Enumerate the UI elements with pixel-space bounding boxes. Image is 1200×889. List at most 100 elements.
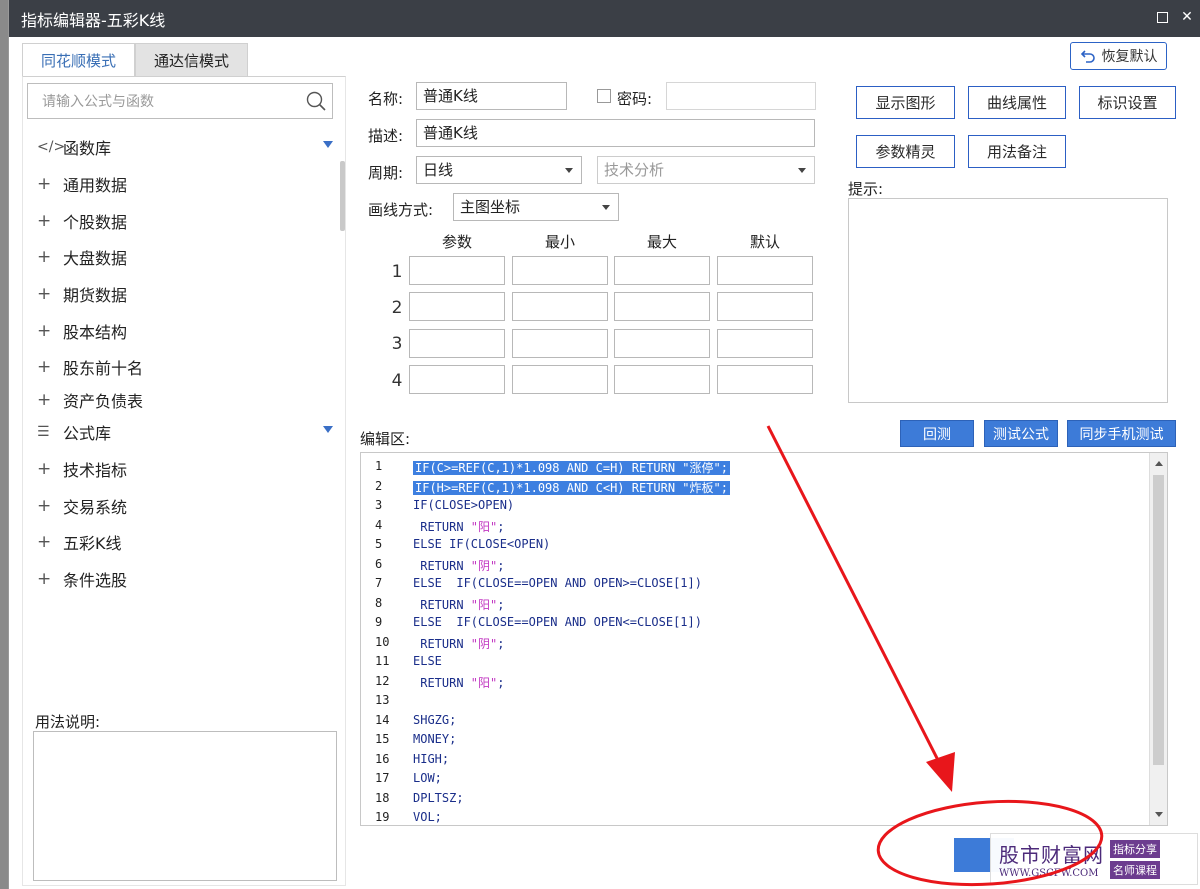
code-line[interactable]: 13 (361, 691, 1151, 711)
close-icon[interactable]: ✕ (1180, 10, 1194, 24)
line-number: 16 (375, 751, 390, 766)
tree-item[interactable]: + 大盘数据 (23, 239, 341, 276)
code-line[interactable]: 16 HIGH; (361, 750, 1151, 770)
tab-tdx-mode[interactable]: 通达信模式 (135, 43, 249, 77)
title-bar: 指标编辑器-五彩K线 ✕ (9, 0, 1200, 37)
password-checkbox[interactable] (597, 89, 611, 103)
line-number: 15 (375, 732, 390, 746)
test-formula-button[interactable]: 测试公式 (984, 420, 1058, 447)
param-cell[interactable] (409, 256, 505, 285)
expand-plus-icon: + (37, 357, 52, 378)
usage-notes-button[interactable]: 用法备注 (968, 135, 1066, 168)
tree-item[interactable]: + 股本结构 (23, 312, 341, 349)
param-cell[interactable] (717, 329, 813, 358)
code-line[interactable]: 14 SHGZG; (361, 711, 1151, 731)
expand-plus-icon: + (37, 568, 52, 589)
param-cell[interactable] (614, 365, 710, 394)
left-panel: 请输入公式与函数 </> 函数库 + 通用数据 + 个股数据 + 大盘数据 + 期货数据… (22, 76, 346, 886)
code-text: ELSE IF(CLOSE==OPEN AND OPEN<=CLOSE[1]) (413, 615, 702, 629)
param-cell[interactable] (717, 365, 813, 394)
param-cell[interactable] (409, 329, 505, 358)
search-input[interactable]: 请输入公式与函数 (27, 83, 333, 119)
watermark-tag: 名师课程 (1110, 860, 1160, 879)
show-graph-button[interactable]: 显示图形 (856, 86, 955, 119)
editor-scrollbar[interactable] (1149, 453, 1167, 825)
code-string: "阴" (470, 558, 498, 573)
code-line[interactable]: 4 RETURN "阳"; (361, 516, 1151, 536)
tree-formula-lib[interactable]: ☰ 公式库 (23, 414, 341, 451)
line-number: 19 (375, 810, 390, 824)
param-wizard-button[interactable]: 参数精灵 (856, 135, 955, 168)
tree-item[interactable]: + 通用数据 (23, 166, 341, 203)
tree-function-lib[interactable]: </> 函数库 (23, 129, 341, 166)
period-select[interactable]: 日线 (416, 156, 582, 184)
code-line[interactable]: 1 IF(C>=REF(C,1)*1.098 AND C=H) RETURN "涨… (361, 457, 1151, 477)
param-header-min: 最小 (544, 233, 575, 251)
code-line[interactable]: 9 ELSE IF(CLOSE==OPEN AND OPEN<=CLOSE[1]) (361, 613, 1151, 633)
usage-description-box[interactable] (33, 731, 337, 881)
code-line[interactable]: 7 ELSE IF(CLOSE==OPEN AND OPEN>=CLOSE[1]) (361, 574, 1151, 594)
code-line[interactable]: 6 RETURN "阴"; (361, 555, 1151, 575)
expand-plus-icon: + (37, 174, 52, 195)
period-label: 周期: (368, 164, 404, 182)
tree-item[interactable]: + 股东前十名 (23, 349, 341, 386)
sync-mobile-test-button[interactable]: 同步手机测试 (1067, 420, 1176, 447)
password-input[interactable] (666, 82, 816, 110)
search-icon[interactable] (306, 91, 326, 111)
param-cell[interactable] (512, 329, 608, 358)
param-cell[interactable] (409, 365, 505, 394)
code-line[interactable]: 10 RETURN "阴"; (361, 633, 1151, 653)
tree-item[interactable]: + 期货数据 (23, 276, 341, 313)
chevron-down-icon[interactable] (323, 141, 333, 148)
code-line[interactable]: 18 DPLTSZ; (361, 789, 1151, 809)
curve-props-button[interactable]: 曲线属性 (968, 86, 1066, 119)
param-cell[interactable] (409, 292, 505, 321)
name-input[interactable]: 普通K线 (416, 82, 567, 110)
code-string: "阳" (470, 675, 498, 690)
tree-item[interactable]: + 技术指标 (23, 451, 341, 488)
param-cell[interactable] (614, 329, 710, 358)
param-row-number: 2 (391, 298, 403, 318)
maximize-icon[interactable] (1157, 12, 1168, 23)
desc-input[interactable]: 普通K线 (416, 119, 815, 147)
tab-ths-mode[interactable]: 同花顺模式 (22, 43, 136, 77)
watermark-tag: 指标分享 (1110, 839, 1160, 858)
mark-settings-button[interactable]: 标识设置 (1079, 86, 1176, 119)
code-line[interactable]: 15 MONEY; (361, 730, 1151, 750)
function-tree: </> 函数库 + 通用数据 + 个股数据 + 大盘数据 + 期货数据 + 股本结构 + 股… (23, 129, 341, 597)
tree-item[interactable]: + 资产负债表 (23, 386, 341, 414)
category-select[interactable]: 技术分析 (597, 156, 815, 184)
code-line[interactable]: 17 LOW; (361, 769, 1151, 789)
tree-scrollbar[interactable] (340, 161, 345, 231)
param-cell[interactable] (512, 292, 608, 321)
param-cell[interactable] (717, 256, 813, 285)
chevron-down-icon[interactable] (323, 425, 333, 433)
tree-item[interactable]: + 交易系统 (23, 487, 341, 524)
code-editor[interactable]: 19 VOL; 18 DPLTSZ; 17 LOW; 16 HIGH; 15 MONEY; 14 SH… (360, 452, 1168, 826)
restore-default-button[interactable]: 恢复默认 (1070, 42, 1167, 70)
line-number: 8 (375, 595, 383, 610)
param-cell[interactable] (512, 256, 608, 285)
backtest-button[interactable]: 回测 (900, 420, 974, 447)
scroll-down-icon[interactable] (1155, 812, 1163, 817)
period-value: 日线 (423, 161, 454, 179)
code-line[interactable]: 3 IF(CLOSE>OPEN) (361, 496, 1151, 516)
code-line[interactable]: 11 ELSE (361, 652, 1151, 672)
tree-item[interactable]: + 个股数据 (23, 202, 341, 239)
code-line[interactable]: 19 VOL; (361, 808, 1151, 825)
param-row-number: 3 (391, 334, 403, 354)
param-cell[interactable] (717, 292, 813, 321)
tree-item[interactable]: + 五彩K线 (23, 524, 341, 561)
param-cell[interactable] (512, 365, 608, 394)
code-line[interactable]: 12 RETURN "阳"; (361, 672, 1151, 692)
param-cell[interactable] (614, 292, 710, 321)
tree-item[interactable]: + 条件选股 (23, 561, 341, 598)
scroll-thumb[interactable] (1153, 475, 1164, 765)
expand-plus-icon: + (37, 532, 52, 553)
code-line[interactable]: 8 RETURN "阳"; (361, 594, 1151, 614)
code-line[interactable]: 2 IF(H>=REF(C,1)*1.098 AND C<H) RETURN "炸… (361, 477, 1151, 497)
param-cell[interactable] (614, 256, 710, 285)
draw-method-select[interactable]: 主图坐标 (453, 193, 619, 221)
scroll-up-icon[interactable] (1155, 461, 1163, 466)
code-line[interactable]: 5 ELSE IF(CLOSE<OPEN) (361, 535, 1151, 555)
